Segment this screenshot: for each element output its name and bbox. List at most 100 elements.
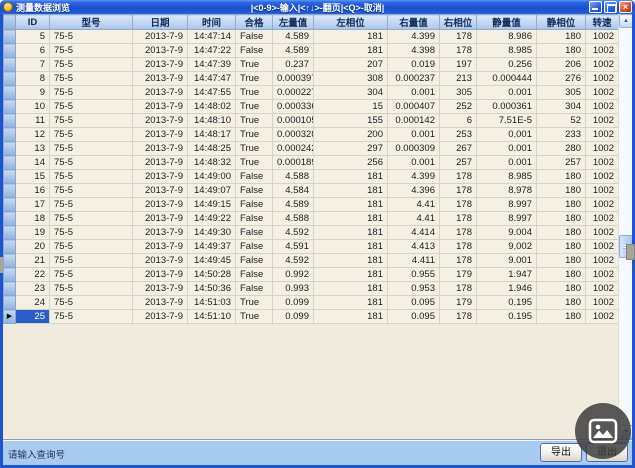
column-header-left-value[interactable]: 左量值 xyxy=(273,15,314,30)
cell-speed[interactable]: 1002 xyxy=(586,296,619,310)
cell-date[interactable]: 2013-7-9 xyxy=(133,184,188,198)
cell-speed[interactable]: 1002 xyxy=(586,72,619,86)
cell-pass[interactable]: False xyxy=(236,198,273,212)
cell-date[interactable]: 2013-7-9 xyxy=(133,198,188,212)
cell-right-value[interactable]: 4.399 xyxy=(388,30,440,44)
table-row[interactable]: 1975-52013-7-914:49:30False4.5921814.414… xyxy=(4,226,619,240)
cell-model[interactable]: 75-5 xyxy=(50,156,133,170)
cell-static-phase[interactable]: 180 xyxy=(537,184,586,198)
cell-left-phase[interactable]: 181 xyxy=(314,268,388,282)
cell-right-value[interactable]: 4.413 xyxy=(388,240,440,254)
cell-right-value[interactable]: 4.398 xyxy=(388,44,440,58)
table-row[interactable]: ▶ 2575-52013-7-914:51:10True0.0991810.09… xyxy=(4,310,619,324)
cell-right-phase[interactable]: 179 xyxy=(440,296,477,310)
table-row[interactable]: 1475-52013-7-914:48:32True0.0001892560.0… xyxy=(4,156,619,170)
cell-static-phase[interactable]: 52 xyxy=(537,114,586,128)
cell-id[interactable]: 9 xyxy=(16,86,50,100)
column-header-static-value[interactable]: 静量值 xyxy=(477,15,537,30)
cell-id[interactable]: 19 xyxy=(16,226,50,240)
cell-model[interactable]: 75-5 xyxy=(50,58,133,72)
cell-date[interactable]: 2013-7-9 xyxy=(133,212,188,226)
cell-pass[interactable]: True xyxy=(236,86,273,100)
cell-static-phase[interactable]: 257 xyxy=(537,156,586,170)
screenshot-overlay-button[interactable] xyxy=(575,403,631,459)
column-header-speed[interactable]: 转速 xyxy=(586,15,619,30)
cell-static-phase[interactable]: 180 xyxy=(537,212,586,226)
cell-static-value[interactable]: 9.002 xyxy=(477,240,537,254)
cell-model[interactable]: 75-5 xyxy=(50,296,133,310)
cell-right-phase[interactable]: 253 xyxy=(440,128,477,142)
cell-right-phase[interactable]: 257 xyxy=(440,156,477,170)
cell-left-phase[interactable]: 181 xyxy=(314,170,388,184)
cell-pass[interactable]: False xyxy=(236,30,273,44)
cell-right-phase[interactable]: 197 xyxy=(440,58,477,72)
cell-pass[interactable]: True xyxy=(236,72,273,86)
cell-pass[interactable]: False xyxy=(236,184,273,198)
cell-left-value[interactable]: 4.589 xyxy=(273,30,314,44)
cell-speed[interactable]: 1002 xyxy=(586,58,619,72)
cell-right-phase[interactable]: 178 xyxy=(440,282,477,296)
cell-pass[interactable]: True xyxy=(236,156,273,170)
cell-static-phase[interactable]: 305 xyxy=(537,86,586,100)
export-button[interactable]: 导出 xyxy=(540,443,582,462)
cell-right-phase[interactable]: 305 xyxy=(440,86,477,100)
cell-time[interactable]: 14:48:32 xyxy=(188,156,236,170)
cell-pass[interactable]: False xyxy=(236,170,273,184)
cell-right-phase[interactable]: 178 xyxy=(440,212,477,226)
cell-static-phase[interactable]: 233 xyxy=(537,128,586,142)
cell-left-value[interactable]: 0.000397 xyxy=(273,72,314,86)
cell-static-phase[interactable]: 180 xyxy=(537,282,586,296)
cell-left-phase[interactable]: 181 xyxy=(314,198,388,212)
cell-date[interactable]: 2013-7-9 xyxy=(133,114,188,128)
cell-left-phase[interactable]: 181 xyxy=(314,212,388,226)
cell-pass[interactable]: True xyxy=(236,100,273,114)
cell-model[interactable]: 75-5 xyxy=(50,184,133,198)
cell-static-phase[interactable]: 180 xyxy=(537,44,586,58)
cell-pass[interactable]: False xyxy=(236,254,273,268)
cell-left-value[interactable]: 4.584 xyxy=(273,184,314,198)
cell-right-phase[interactable]: 178 xyxy=(440,170,477,184)
table-row[interactable]: 1375-52013-7-914:48:25True0.0002422970.0… xyxy=(4,142,619,156)
cell-date[interactable]: 2013-7-9 xyxy=(133,100,188,114)
cell-static-value[interactable]: 0.001 xyxy=(477,86,537,100)
cell-time[interactable]: 14:49:37 xyxy=(188,240,236,254)
cell-speed[interactable]: 1002 xyxy=(586,114,619,128)
cell-static-phase[interactable]: 276 xyxy=(537,72,586,86)
cell-date[interactable]: 2013-7-9 xyxy=(133,170,188,184)
table-row[interactable]: 1675-52013-7-914:49:07False4.5841814.396… xyxy=(4,184,619,198)
cell-static-value[interactable]: 0.195 xyxy=(477,310,537,324)
cell-right-phase[interactable]: 178 xyxy=(440,254,477,268)
cell-right-phase[interactable]: 178 xyxy=(440,44,477,58)
cell-static-value[interactable]: 0.001 xyxy=(477,128,537,142)
cell-left-value[interactable]: 0.000189 xyxy=(273,156,314,170)
cell-static-value[interactable]: 0.000361 xyxy=(477,100,537,114)
cell-time[interactable]: 14:48:02 xyxy=(188,100,236,114)
close-button[interactable]: × xyxy=(619,1,632,13)
cell-id[interactable]: 7 xyxy=(16,58,50,72)
table-row[interactable]: 1875-52013-7-914:49:22False4.5881814.411… xyxy=(4,212,619,226)
column-header-right-phase[interactable]: 右相位 xyxy=(440,15,477,30)
cell-static-value[interactable]: 7.51E-5 xyxy=(477,114,537,128)
cell-right-value[interactable]: 4.399 xyxy=(388,170,440,184)
cell-static-value[interactable]: 8.997 xyxy=(477,212,537,226)
cell-time[interactable]: 14:51:03 xyxy=(188,296,236,310)
cell-left-phase[interactable]: 304 xyxy=(314,86,388,100)
cell-left-value[interactable]: 4.592 xyxy=(273,226,314,240)
table-row[interactable]: 2075-52013-7-914:49:37False4.5911814.413… xyxy=(4,240,619,254)
cell-speed[interactable]: 1002 xyxy=(586,128,619,142)
cell-left-phase[interactable]: 256 xyxy=(314,156,388,170)
cell-right-phase[interactable]: 252 xyxy=(440,100,477,114)
table-row[interactable]: 775-52013-7-914:47:39True0.2372070.01919… xyxy=(4,58,619,72)
cell-static-value[interactable]: 9.004 xyxy=(477,226,537,240)
cell-model[interactable]: 75-5 xyxy=(50,240,133,254)
cell-model[interactable]: 75-5 xyxy=(50,212,133,226)
cell-speed[interactable]: 1002 xyxy=(586,282,619,296)
cell-pass[interactable]: False xyxy=(236,240,273,254)
column-header-id[interactable]: ID xyxy=(16,15,50,30)
table-row[interactable]: 1075-52013-7-914:48:02True0.000336150.00… xyxy=(4,100,619,114)
cell-static-phase[interactable]: 180 xyxy=(537,226,586,240)
cell-speed[interactable]: 1002 xyxy=(586,226,619,240)
cell-time[interactable]: 14:50:36 xyxy=(188,282,236,296)
cell-right-phase[interactable]: 213 xyxy=(440,72,477,86)
cell-model[interactable]: 75-5 xyxy=(50,198,133,212)
